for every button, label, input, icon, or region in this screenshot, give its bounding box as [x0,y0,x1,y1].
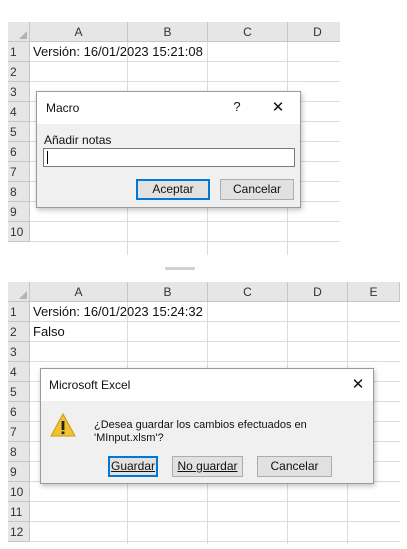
row-10[interactable] [30,482,400,502]
dialog-title: Microsoft Excel [49,378,131,392]
cancel-button[interactable]: Cancelar [220,179,294,200]
accept-button[interactable]: Aceptar [136,179,210,200]
row-header-1[interactable]: 1 [8,302,30,322]
row-2[interactable] [30,62,340,82]
save-changes-dialog: Microsoft Excel ✕ ¿Desea guardar los cam… [40,368,374,484]
column-header-b[interactable]: B [128,22,208,42]
column-header-b[interactable]: B [128,282,208,302]
row-header-1[interactable]: 1 [8,42,30,62]
dont-save-button[interactable]: No guardar [172,456,243,477]
row-header-8[interactable]: 8 [8,182,30,202]
row-header-2[interactable]: 2 [8,322,30,342]
row-header-7[interactable]: 7 [8,162,30,182]
notes-input[interactable] [43,148,295,167]
row-header-10[interactable]: 10 [8,482,30,502]
column-header-d[interactable]: D [288,282,348,302]
select-all-corner[interactable] [8,282,30,302]
row-11[interactable] [30,502,400,522]
row-10[interactable] [30,222,340,242]
dialog-title: Macro [46,101,80,115]
row-header-4[interactable]: 4 [8,362,30,382]
column-header-e[interactable]: E [348,282,400,302]
save-button[interactable]: Guardar [108,456,158,477]
row-header-11[interactable]: 11 [8,502,30,522]
row-header-3[interactable]: 3 [8,342,30,362]
row-header-9[interactable]: 9 [8,462,30,482]
row-header-8[interactable]: 8 [8,442,30,462]
row-header-4[interactable]: 4 [8,102,30,122]
input-prompt: Añadir notas [44,133,112,147]
cell-a2[interactable]: Falso [33,322,65,342]
image-divider [165,267,195,270]
row-header-7[interactable]: 7 [8,422,30,442]
text-caret [47,151,48,164]
cell-a1[interactable]: Versión: 16/01/2023 15:21:08 [33,42,203,62]
warning-icon [50,413,76,437]
row-header-10[interactable]: 10 [8,222,30,242]
row-header-3[interactable]: 3 [8,82,30,102]
column-header-c[interactable]: C [208,22,288,42]
help-icon[interactable]: ? [227,99,247,117]
column-header-a[interactable]: A [30,282,128,302]
row-header-6[interactable]: 6 [8,402,30,422]
column-header-a[interactable]: A [30,22,128,42]
macro-dialog: Macro ? ✕ Añadir notas Aceptar Cancelar [36,91,301,208]
row-header-6[interactable]: 6 [8,142,30,162]
row-header-12[interactable]: 12 [8,522,30,542]
column-header-d[interactable]: D [288,22,340,42]
row-header-9[interactable]: 9 [8,202,30,222]
row-3[interactable] [30,342,400,362]
cancel-button[interactable]: Cancelar [257,456,332,477]
row-2[interactable] [30,322,400,342]
row-12[interactable] [30,522,400,542]
cell-a1[interactable]: Versión: 16/01/2023 15:24:32 [33,302,203,322]
dialog-message-line-2: 'MInput.xlsm'? [94,432,164,444]
row-header-5[interactable]: 5 [8,382,30,402]
row-header-2[interactable]: 2 [8,62,30,82]
row-header-5[interactable]: 5 [8,122,30,142]
column-header-c[interactable]: C [208,282,288,302]
close-icon[interactable]: ✕ [347,375,369,395]
select-all-corner[interactable] [8,22,30,42]
dialog-message-line-1: ¿Desea guardar los cambios efectuados en [94,419,307,431]
close-icon[interactable]: ✕ [267,98,289,118]
